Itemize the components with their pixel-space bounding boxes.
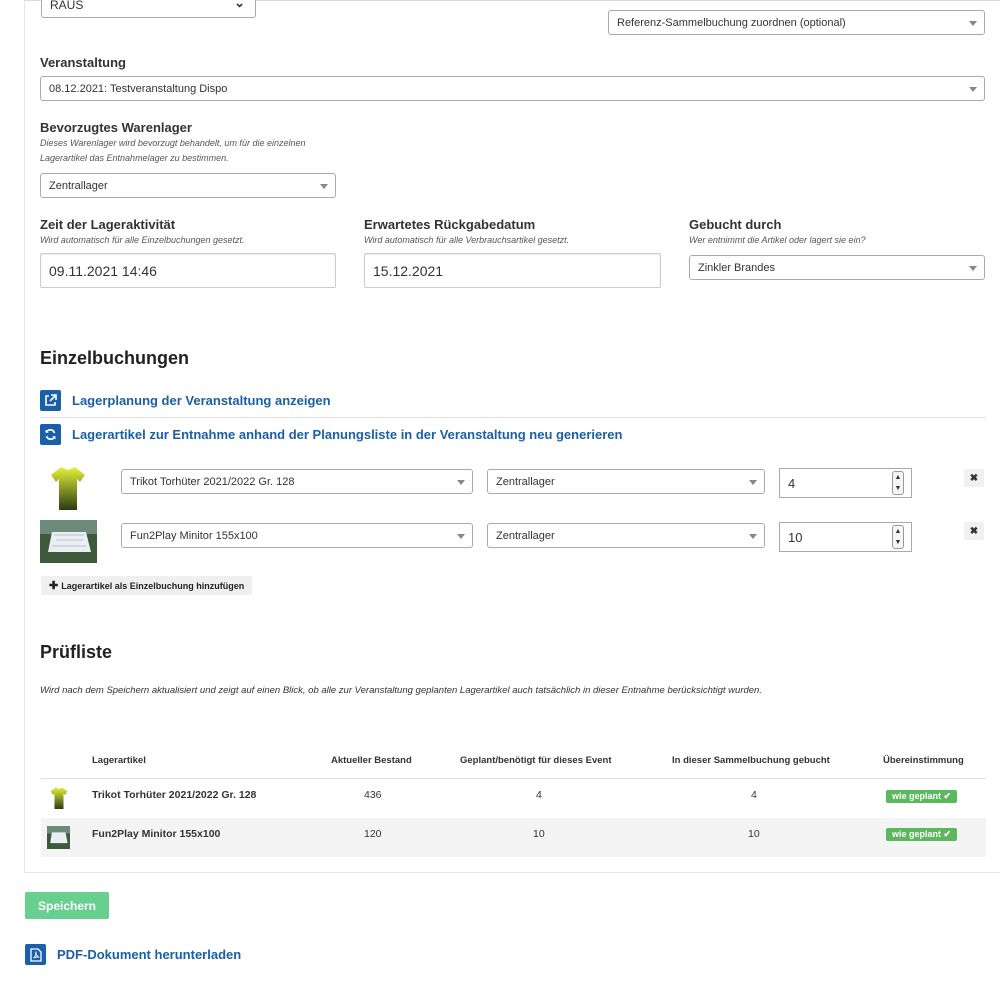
refresh-icon [40, 424, 61, 445]
link-divider [40, 417, 986, 418]
col-header-match: Übereinstimmung [883, 755, 964, 766]
return-date-help: Wird automatisch für alle Verbrauchsarti… [364, 235, 570, 245]
quantity-input-2-value: 10 [788, 529, 803, 545]
reference-select[interactable]: Referenz-Sammelbuchung zuordnen (optiona… [608, 10, 985, 35]
goalkeeper-jersey-image [51, 467, 85, 510]
caret-down-icon [457, 480, 465, 485]
row-stock: 436 [364, 789, 382, 801]
pdf-download-label: PDF-Dokument herunterladen [57, 947, 242, 962]
event-label: Veranstaltung [40, 55, 126, 70]
regenerate-link-label: Lagerartikel zur Entnahme anhand der Pla… [72, 427, 623, 442]
article-select-1[interactable]: Trikot Torhüter 2021/2022 Gr. 128 [121, 469, 473, 494]
col-header-planned: Geplant/benötigt für dieses Event [460, 755, 612, 766]
plus-icon: ✚ [49, 580, 59, 592]
row-stock: 120 [364, 828, 382, 840]
row-planned: 4 [536, 789, 542, 801]
checklist-heading: Prüfliste [40, 642, 113, 662]
booked-by-select-value: Zinkler Brandes [698, 261, 776, 274]
col-header-booked: In dieser Sammelbuchung gebucht [672, 755, 830, 766]
article-select-2[interactable]: Fun2Play Minitor 155x100 [121, 523, 473, 548]
add-booking-label: Lagerartikel als Einzelbuchung hinzufüge… [61, 580, 245, 591]
store-select-1[interactable]: Zentrallager [487, 469, 765, 494]
event-select-value: 08.12.2021: Testveranstaltung Dispo [49, 82, 228, 95]
row-article: Trikot Torhüter 2021/2022 Gr. 128 [92, 789, 257, 801]
checklist-intro: Wird nach dem Speichern aktualisiert und… [40, 685, 762, 696]
time-label: Zeit der Lageraktivität [40, 217, 176, 232]
status-badge: wie geplant ✔ [886, 828, 958, 841]
return-date-label: Erwartetes Rückgabedatum [364, 217, 536, 232]
planning-link-label: Lagerplanung der Veranstaltung anzeigen [72, 393, 331, 408]
table-row: Fun2Play Minitor 155x100 120 10 10 wie g… [41, 818, 986, 857]
regenerate-link[interactable]: Lagerartikel zur Entnahme anhand der Pla… [40, 424, 622, 445]
add-booking-button[interactable]: ✚ Lagerartikel als Einzelbuchung hinzufü… [41, 576, 253, 595]
col-header-article: Lagerartikel [92, 755, 146, 766]
status-badge: wie geplant ✔ [886, 790, 958, 803]
warehouse-select-value: Zentrallager [49, 179, 108, 192]
event-select[interactable]: 08.12.2021: Testveranstaltung Dispo [40, 76, 985, 101]
close-icon: ✖ [969, 472, 979, 484]
minitor-image [40, 520, 97, 563]
time-input-value: 09.11.2021 14:46 [49, 262, 157, 279]
caret-down-icon [457, 534, 465, 539]
quantity-input-2[interactable]: 10 ▲ ▼ [779, 522, 912, 552]
caret-down-icon [969, 266, 977, 271]
return-date-input[interactable]: 15.12.2021 [364, 253, 661, 288]
direction-select-value: RAUS [50, 0, 84, 12]
quantity-input-1[interactable]: 4 ▲ ▼ [779, 468, 912, 498]
booked-by-select[interactable]: Zinkler Brandes [689, 255, 985, 280]
direction-select[interactable]: RAUS ⌄ [41, 0, 256, 18]
quantity-stepper-1[interactable]: ▲ ▼ [892, 471, 904, 495]
article-select-2-value: Fun2Play Minitor 155x100 [130, 529, 258, 542]
pdf-file-icon [25, 944, 46, 965]
return-date-input-value: 15.12.2021 [373, 262, 444, 279]
booked-by-label: Gebucht durch [689, 217, 782, 232]
row-planned: 10 [533, 828, 545, 840]
caret-down-icon [320, 184, 328, 189]
external-link-icon [40, 390, 61, 411]
minitor-thumb [47, 826, 70, 849]
row-article: Fun2Play Minitor 155x100 [92, 828, 221, 840]
warehouse-select[interactable]: Zentrallager [40, 173, 336, 198]
planning-link[interactable]: Lagerplanung der Veranstaltung anzeigen [40, 390, 331, 411]
goalkeeper-jersey-thumb [50, 787, 68, 809]
row-booked: 4 [751, 789, 757, 801]
warehouse-label: Bevorzugtes Warenlager [40, 120, 192, 135]
close-icon: ✖ [969, 525, 979, 537]
col-header-stock: Aktueller Bestand [331, 755, 412, 766]
quantity-input-1-value: 4 [788, 475, 796, 491]
row-booked: 10 [748, 828, 760, 840]
caret-down-icon [749, 534, 757, 539]
store-select-2-value: Zentrallager [496, 529, 555, 542]
time-input[interactable]: 09.11.2021 14:46 [40, 253, 336, 288]
remove-booking-button-2[interactable]: ✖ [964, 522, 984, 540]
time-help: Wird automatisch für alle Einzelbuchunge… [40, 235, 245, 245]
bookings-heading: Einzelbuchungen [40, 348, 190, 368]
quantity-stepper-2[interactable]: ▲ ▼ [892, 525, 904, 549]
caret-down-icon [969, 87, 977, 92]
article-select-1-value: Trikot Torhüter 2021/2022 Gr. 128 [130, 475, 295, 488]
caret-down-icon [749, 480, 757, 485]
save-button[interactable]: Speichern [25, 892, 109, 919]
reference-select-value: Referenz-Sammelbuchung zuordnen (optiona… [617, 16, 846, 29]
pdf-download-link[interactable]: PDF-Dokument herunterladen [25, 944, 241, 965]
store-select-1-value: Zentrallager [496, 475, 555, 488]
booked-by-help: Wer entnimmt die Artikel oder lagert sie… [689, 235, 866, 245]
chevron-down-icon: ⌄ [234, 0, 245, 10]
warehouse-help-2: Lagerartikel das Entnahmelager zu bestim… [40, 153, 229, 163]
warehouse-help-1: Dieses Warenlager wird bevorzugt behande… [40, 138, 306, 148]
store-select-2[interactable]: Zentrallager [487, 523, 765, 548]
caret-down-icon [969, 21, 977, 26]
table-row: Trikot Torhüter 2021/2022 Gr. 128 436 4 … [41, 779, 986, 818]
remove-booking-button-1[interactable]: ✖ [964, 469, 984, 487]
